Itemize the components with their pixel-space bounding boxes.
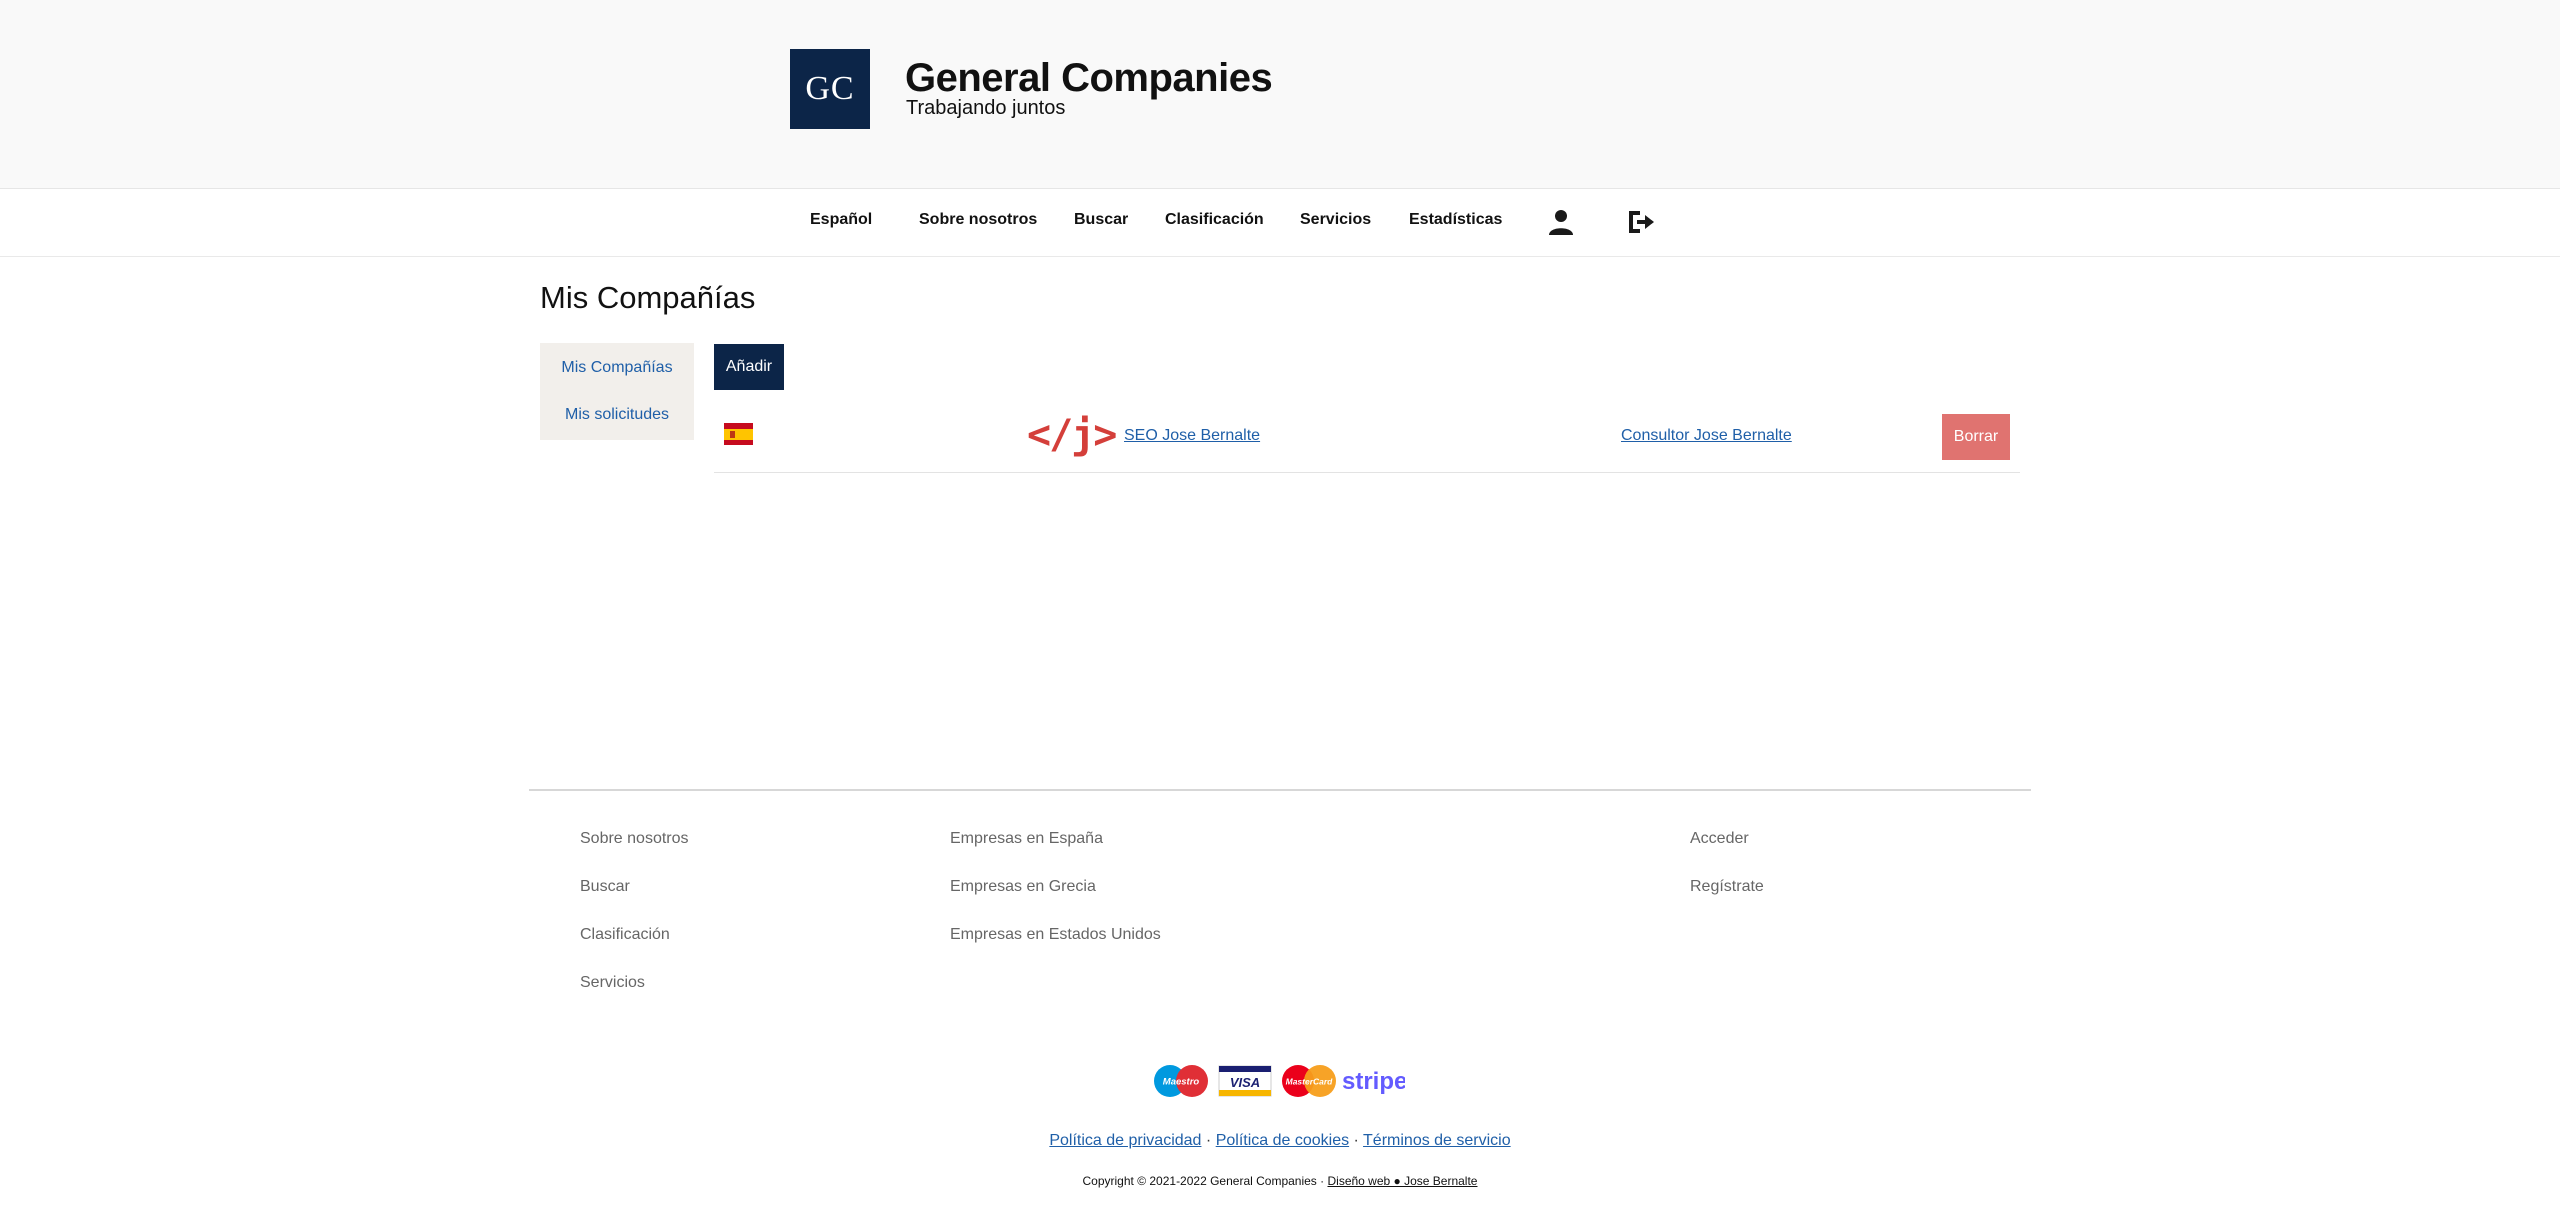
- maestro-label: Maestro: [1163, 1077, 1200, 1088]
- company-logo[interactable]: </j>: [1027, 412, 1117, 458]
- footer-link-servicios[interactable]: Servicios: [580, 974, 645, 992]
- logout-icon[interactable]: [1626, 207, 1656, 237]
- footer-link-grecia[interactable]: Empresas en Grecia: [950, 878, 1096, 896]
- separator: ·: [1353, 1132, 1359, 1149]
- site-title[interactable]: General Companies: [905, 56, 1273, 101]
- cookie-policy-link[interactable]: Política de cookies: [1216, 1132, 1349, 1149]
- footer-divider: [529, 789, 2031, 791]
- copyright: Copyright © 2021-2022 General Companies …: [0, 1174, 2560, 1188]
- footer-link-espana[interactable]: Empresas en España: [950, 830, 1103, 848]
- visa-label: VISA: [1230, 1075, 1260, 1090]
- nav-servicios[interactable]: Servicios: [1300, 211, 1371, 229]
- terms-link[interactable]: Términos de servicio: [1363, 1132, 1511, 1149]
- footer-link-registrate[interactable]: Regístrate: [1690, 878, 1764, 896]
- sidebar-item-mis-companias[interactable]: Mis Compañías: [540, 359, 694, 377]
- nav-sobre-nosotros[interactable]: Sobre nosotros: [919, 211, 1037, 229]
- site-tagline: Trabajando juntos: [906, 97, 1066, 119]
- nav-language[interactable]: Español: [810, 211, 872, 229]
- mastercard-label: MasterCard: [1286, 1077, 1334, 1087]
- legal-links: Política de privacidad · Política de coo…: [0, 1132, 2560, 1150]
- consultor-link[interactable]: Consultor Jose Bernalte: [1621, 427, 1792, 445]
- user-icon[interactable]: [1546, 207, 1576, 237]
- page-title: Mis Compañías: [540, 280, 756, 315]
- maestro-icon: Maestro: [1154, 1065, 1208, 1097]
- privacy-policy-link[interactable]: Política de privacidad: [1049, 1132, 1201, 1149]
- company-link[interactable]: SEO Jose Bernalte: [1124, 427, 1260, 445]
- main-nav: Español Sobre nosotros Buscar Clasificac…: [0, 189, 2560, 257]
- stripe-logo: stripe: [1342, 1068, 1405, 1095]
- sidebar-item-mis-solicitudes[interactable]: Mis solicitudes: [540, 406, 694, 424]
- mastercard-icon: MasterCard: [1282, 1065, 1336, 1097]
- delete-button[interactable]: Borrar: [1942, 414, 2010, 460]
- site-logo[interactable]: GC: [790, 49, 870, 129]
- visa-icon: VISA: [1218, 1065, 1272, 1097]
- spain-flag-icon: [724, 423, 753, 445]
- add-button[interactable]: Añadir: [714, 344, 784, 390]
- nav-estadisticas[interactable]: Estadísticas: [1409, 211, 1502, 229]
- logo-text: GC: [805, 70, 855, 107]
- copyright-text: Copyright © 2021-2022 General Companies …: [1082, 1174, 1325, 1188]
- footer-link-sobre-nosotros[interactable]: Sobre nosotros: [580, 830, 689, 848]
- separator: ·: [1205, 1132, 1212, 1149]
- payment-methods: Maestro VISA MasterCard stripe: [1154, 1065, 1405, 1097]
- account-sidebar: Mis Compañías Mis solicitudes: [540, 343, 694, 440]
- table-row: </j> SEO Jose Bernalte Consultor Jose Be…: [714, 410, 2020, 473]
- nav-buscar[interactable]: Buscar: [1074, 211, 1128, 229]
- footer-link-estados-unidos[interactable]: Empresas en Estados Unidos: [950, 926, 1161, 944]
- site-header: GC General Companies Trabajando juntos: [0, 0, 2560, 189]
- design-credit-link[interactable]: Diseño web ● Jose Bernalte: [1327, 1174, 1477, 1188]
- footer-link-buscar[interactable]: Buscar: [580, 878, 630, 896]
- footer-link-acceder[interactable]: Acceder: [1690, 830, 1749, 848]
- footer-link-clasificacion[interactable]: Clasificación: [580, 926, 670, 944]
- nav-clasificacion[interactable]: Clasificación: [1165, 211, 1264, 229]
